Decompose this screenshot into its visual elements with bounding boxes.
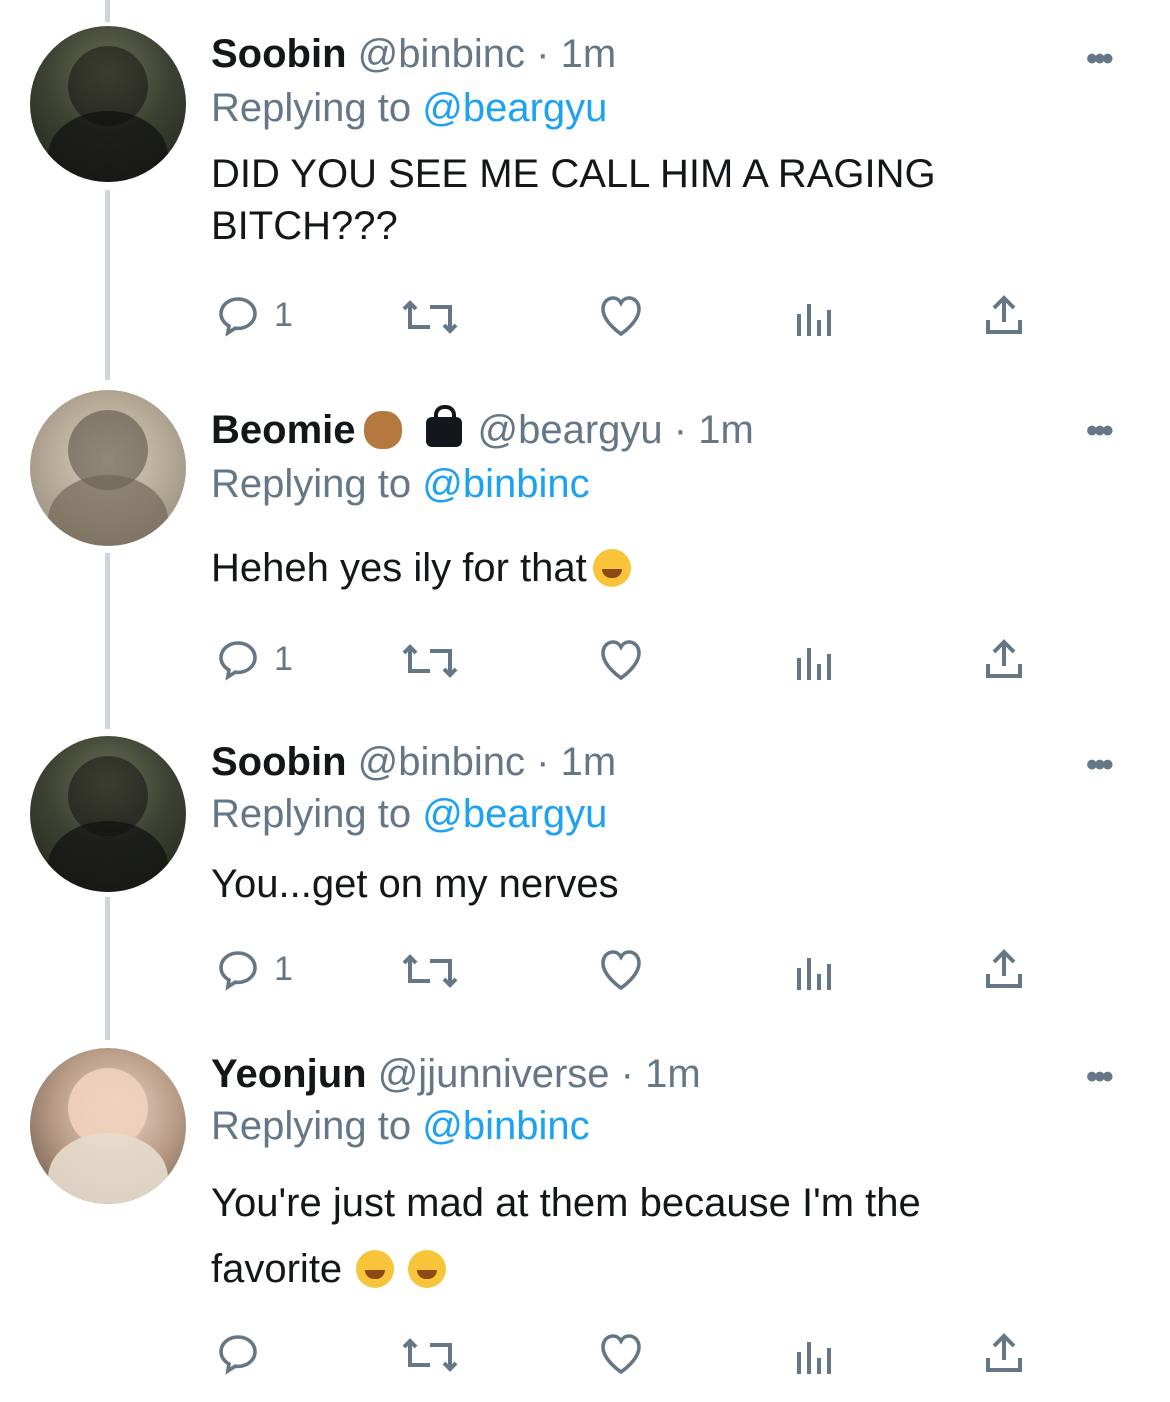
display-name[interactable]: Soobin <box>211 32 347 76</box>
tweet-header: Soobin @binbinc · 1m <box>211 30 616 78</box>
avatar[interactable] <box>30 736 186 892</box>
like-button[interactable] <box>597 636 645 682</box>
display-name[interactable]: Soobin <box>211 740 347 784</box>
tweet[interactable]: Beomie @beargyu · 1m ••• Replying to @bin… <box>0 374 1170 704</box>
tweet[interactable]: Soobin @binbinc · 1m ••• Replying to @be… <box>0 0 1170 370</box>
reply-icon <box>219 1335 257 1375</box>
retweet-button[interactable] <box>402 638 458 684</box>
reply-count: 1 <box>274 640 293 678</box>
analytics-button[interactable] <box>793 952 833 992</box>
retweet-button[interactable] <box>402 1332 458 1378</box>
like-button[interactable] <box>597 1330 645 1376</box>
retweet-icon <box>402 954 458 988</box>
share-icon <box>986 639 1022 678</box>
tweet-text: Heheh yes ily for that <box>211 542 1091 594</box>
mention-link[interactable]: @binbinc <box>422 1104 589 1148</box>
like-icon <box>601 640 641 681</box>
more-icon[interactable]: ••• <box>1086 746 1114 785</box>
like-icon <box>601 1334 641 1375</box>
reply-button[interactable] <box>214 1330 262 1378</box>
analytics-button[interactable] <box>793 298 833 338</box>
analytics-button[interactable] <box>793 1336 833 1376</box>
timestamp[interactable]: · 1m <box>536 740 616 784</box>
share-button[interactable] <box>980 292 1028 338</box>
more-icon[interactable]: ••• <box>1086 1058 1114 1097</box>
replying-to: Replying to @beargyu <box>211 86 608 130</box>
tweet-text: DID YOU SEE ME CALL HIM A RAGING BITCH??… <box>211 152 936 248</box>
replying-to: Replying to @binbinc <box>211 462 590 506</box>
retweet-button[interactable] <box>402 294 458 340</box>
reply-icon <box>219 641 257 681</box>
handle[interactable]: @binbinc <box>358 32 525 76</box>
reply-button[interactable]: 1 <box>214 946 293 994</box>
replying-to: Replying to @beargyu <box>211 792 608 836</box>
like-icon <box>601 296 641 337</box>
tweet-text: You're just mad at them because I'm the … <box>211 1181 921 1291</box>
analytics-icon <box>797 304 831 336</box>
share-icon <box>986 1333 1022 1372</box>
like-button[interactable] <box>597 292 645 338</box>
reply-count: 1 <box>274 950 293 988</box>
grinning-face-emoji <box>408 1250 447 1288</box>
retweet-button[interactable] <box>402 948 458 994</box>
avatar[interactable] <box>30 1048 186 1204</box>
face-with-hand-over-mouth-emoji <box>592 549 631 587</box>
avatar[interactable] <box>30 26 186 182</box>
share-button[interactable] <box>980 946 1028 992</box>
handle[interactable]: @jjunniverse <box>378 1052 610 1096</box>
timestamp[interactable]: · 1m <box>621 1052 701 1096</box>
lock-icon <box>425 405 462 447</box>
handle[interactable]: @binbinc <box>358 740 525 784</box>
retweet-icon <box>402 300 458 334</box>
mention-link[interactable]: @binbinc <box>422 462 589 506</box>
display-name[interactable]: Yeonjun <box>211 1052 367 1096</box>
tweet[interactable]: Soobin @binbinc · 1m ••• Replying to @be… <box>0 710 1170 1040</box>
display-name[interactable]: Beomie <box>211 408 356 452</box>
share-icon <box>986 295 1022 334</box>
analytics-button[interactable] <box>793 642 833 682</box>
avatar[interactable] <box>30 390 186 546</box>
mention-link[interactable]: @beargyu <box>422 86 607 130</box>
reply-button[interactable]: 1 <box>214 292 293 340</box>
retweet-icon <box>402 644 458 678</box>
share-icon <box>986 949 1022 988</box>
tweet-text: You...get on my nerves <box>211 862 619 906</box>
grinning-face-emoji <box>356 1250 395 1288</box>
timestamp[interactable]: · 1m <box>536 32 616 76</box>
reply-count: 1 <box>274 296 293 334</box>
share-button[interactable] <box>980 1330 1028 1376</box>
share-button[interactable] <box>980 636 1028 682</box>
analytics-icon <box>797 958 831 990</box>
like-button[interactable] <box>597 946 645 992</box>
retweet-icon <box>402 1338 458 1372</box>
reply-button[interactable]: 1 <box>214 636 293 684</box>
reply-icon <box>219 297 257 337</box>
like-icon <box>601 950 641 991</box>
mention-link[interactable]: @beargyu <box>422 792 607 836</box>
analytics-icon <box>797 648 831 680</box>
tweet-header: Soobin @binbinc · 1m <box>211 738 616 786</box>
analytics-icon <box>797 1342 831 1374</box>
replying-to: Replying to @binbinc <box>211 1104 590 1148</box>
teddy-bear-icon <box>363 411 402 449</box>
more-icon[interactable]: ••• <box>1086 40 1114 79</box>
tweet-header: Beomie @beargyu · 1m <box>211 405 754 454</box>
tweet[interactable]: Yeonjun @jjunniverse · 1m ••• Replying t… <box>0 1022 1170 1402</box>
tweet-header: Yeonjun @jjunniverse · 1m <box>211 1050 701 1098</box>
more-icon[interactable]: ••• <box>1086 412 1114 451</box>
reply-icon <box>219 951 257 991</box>
timestamp[interactable]: · 1m <box>674 408 754 452</box>
handle[interactable]: @beargyu <box>478 408 663 452</box>
